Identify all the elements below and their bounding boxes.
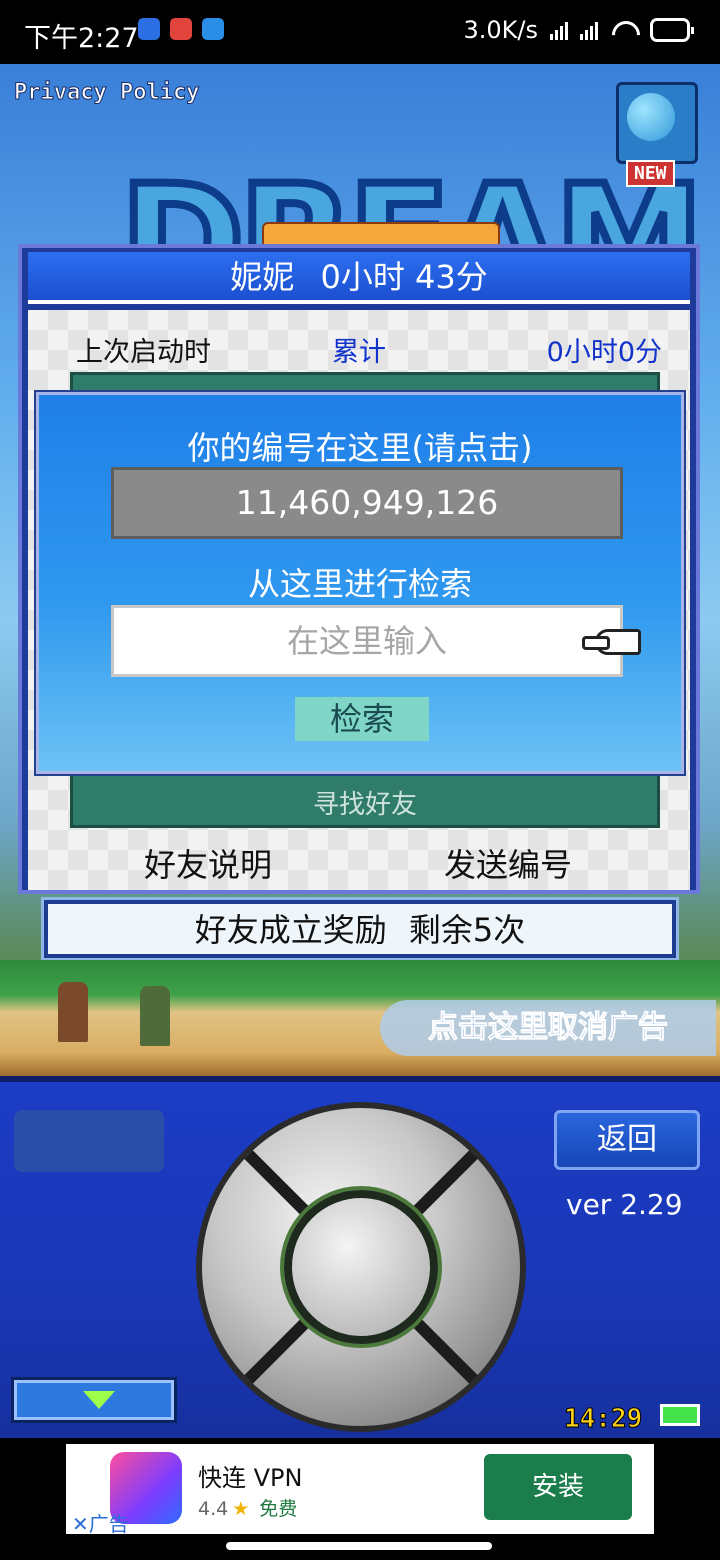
- globe-icon: [627, 93, 675, 141]
- launch-stats: 上次启动时 累计 0小时0分: [62, 322, 662, 372]
- menu-button[interactable]: [14, 1110, 164, 1172]
- friend-help-button[interactable]: 好友说明: [144, 840, 272, 886]
- last-launch-label: 上次启动时: [76, 337, 211, 368]
- status-time: 下午2:27: [24, 23, 139, 54]
- battery-icon: [660, 1404, 700, 1426]
- ad-rating: 4.4: [198, 1498, 229, 1520]
- arrow-down-icon: [83, 1391, 115, 1409]
- version-label: ver 2.29: [566, 1188, 683, 1221]
- ad-app-name: 快连 VPN: [198, 1464, 303, 1492]
- find-friends-button[interactable]: 寻找好友: [73, 784, 657, 821]
- pointing-hand-icon: [582, 629, 641, 655]
- new-badge: NEW: [626, 160, 675, 187]
- install-button[interactable]: 安装: [484, 1454, 632, 1520]
- notification-app-icon: [202, 18, 224, 40]
- status-bar: 下午2:27 3.0K/s: [0, 0, 720, 64]
- search-input[interactable]: [114, 608, 620, 674]
- search-button[interactable]: 检索: [295, 697, 429, 741]
- back-button[interactable]: 返回: [554, 1110, 700, 1170]
- game-screen: DREAM Privacy Policy NEW 妮妮 0小时 43分 上次启动…: [0, 64, 720, 1076]
- notification-app-icon: [138, 18, 160, 40]
- character-sprite: [140, 986, 170, 1046]
- scroll-down-button[interactable]: [14, 1380, 174, 1420]
- close-ad-button[interactable]: ✕广告: [72, 1508, 129, 1537]
- friend-reward-bar: 好友成立奖励 剩余5次: [44, 900, 676, 958]
- send-id-button[interactable]: 发送编号: [444, 840, 572, 886]
- cancel-ad-button[interactable]: 点击这里取消广告: [380, 1000, 716, 1056]
- language-switch-button[interactable]: [616, 82, 698, 164]
- dpad-center-button[interactable]: [284, 1190, 438, 1344]
- character-sprite: [58, 982, 88, 1042]
- ad-rating-row: 4.4 ★ 免费: [198, 1494, 297, 1521]
- reward-label: 好友成立奖励: [194, 911, 387, 949]
- ad-free-label: 免费: [259, 1498, 298, 1520]
- player-name: 妮妮: [230, 258, 295, 296]
- your-id-title: 你的编号在这里(请点击): [187, 429, 533, 467]
- game-controls: 返回 ver 2.29 14:29: [0, 1076, 720, 1438]
- dialog-title: 妮妮 0小时 43分: [28, 252, 690, 304]
- game-clock: 14:29: [563, 1404, 643, 1435]
- network-speed: 3.0K/s: [463, 16, 539, 44]
- play-time: 0小时 43分: [320, 258, 488, 296]
- star-icon: ★: [232, 1498, 250, 1520]
- signal-icon: [580, 20, 598, 40]
- directional-pad[interactable]: [196, 1102, 526, 1432]
- notification-app-icon: [170, 18, 192, 40]
- your-id-field[interactable]: 11,460,949,126: [111, 467, 623, 539]
- accumulated-value: 0小时0分: [546, 337, 662, 368]
- accumulated-label: 累计: [332, 337, 386, 368]
- id-search-overlay: 你的编号在这里(请点击) 11,460,949,126 从这里进行检索 检索: [36, 392, 684, 774]
- battery-icon: [650, 18, 694, 42]
- home-indicator[interactable]: [226, 1542, 492, 1550]
- privacy-policy-link[interactable]: Privacy Policy: [13, 80, 199, 106]
- ad-banner[interactable]: 快连 VPN 4.4 ★ 免费 安装 ✕广告: [66, 1444, 654, 1537]
- search-input-field[interactable]: [111, 605, 623, 677]
- dialog-links: 好友说明 发送编号: [28, 832, 690, 884]
- signal-icon: [550, 20, 568, 40]
- reward-remaining: 剩余5次: [408, 911, 526, 949]
- wifi-icon: [610, 19, 638, 41]
- search-title: 从这里进行检索: [247, 565, 472, 603]
